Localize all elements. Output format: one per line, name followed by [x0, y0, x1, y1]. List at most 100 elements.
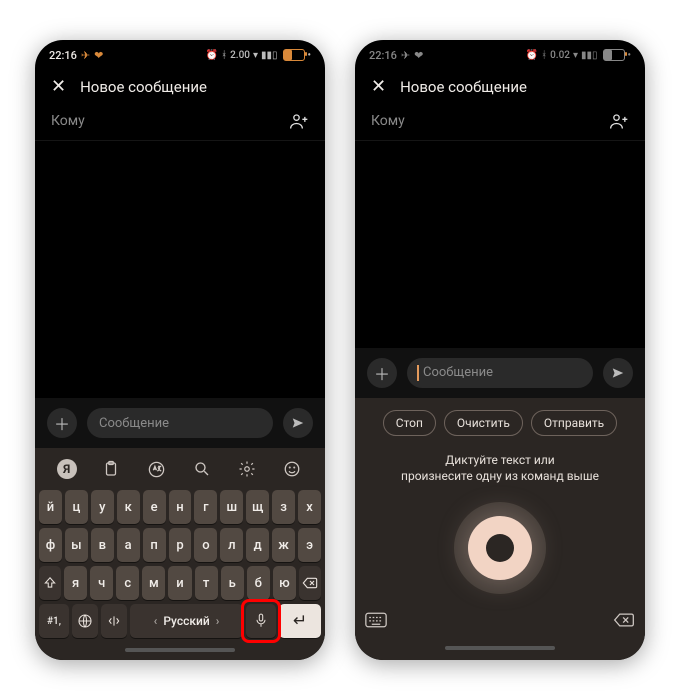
key-э[interactable]: э — [298, 528, 321, 562]
key-ы[interactable]: ы — [65, 528, 88, 562]
page-title: Новое сообщение — [80, 78, 207, 96]
translate-icon[interactable] — [145, 458, 167, 480]
recipient-row[interactable]: Кому — [35, 102, 325, 141]
key-ю[interactable]: ю — [273, 566, 296, 600]
key-т[interactable]: т — [195, 566, 218, 600]
alarm-icon: ⏰ — [206, 50, 218, 61]
keyboard-toolbar: Я — [39, 454, 321, 486]
keyboard-row-4: #1, ‹ Русский › ↵ — [39, 604, 321, 638]
keyboard-panel: Я йцукенгшщзх фывапролджэ ячсмитьбю #1, — [35, 448, 325, 660]
attach-button[interactable]: ＋ — [367, 358, 397, 388]
chip-send[interactable]: Отправить — [531, 410, 617, 436]
screen-header: ✕ Новое сообщение — [35, 68, 325, 102]
net-speed: 2.00 — [230, 50, 250, 61]
yandex-icon[interactable]: Я — [57, 459, 77, 479]
battery-icon — [283, 49, 305, 61]
add-person-icon[interactable] — [289, 112, 309, 130]
status-time: 22:16 — [369, 49, 397, 62]
key-м[interactable]: м — [142, 566, 165, 600]
voice-orb[interactable] — [468, 516, 532, 580]
key-у[interactable]: у — [91, 490, 114, 524]
recipient-label: Кому — [51, 113, 85, 129]
symbols-key[interactable]: #1, — [39, 604, 69, 638]
key-и[interactable]: и — [168, 566, 191, 600]
key-к[interactable]: к — [117, 490, 140, 524]
status-bar: 22:16 ✈ ❤ ⏰ ᚼ 2.00 ▾ ▮▮▯ • — [35, 40, 325, 68]
close-icon[interactable]: ✕ — [371, 78, 386, 96]
home-indicator[interactable] — [125, 648, 235, 652]
backspace-icon[interactable] — [613, 612, 635, 628]
keyboard-row-1: йцукенгшщзх — [39, 490, 321, 524]
key-б[interactable]: б — [247, 566, 270, 600]
key-х[interactable]: х — [298, 490, 321, 524]
battery-icon — [603, 49, 625, 61]
key-с[interactable]: с — [116, 566, 139, 600]
dot-icon: • — [308, 50, 312, 61]
recipient-row[interactable]: Кому — [355, 102, 645, 141]
key-й[interactable]: й — [39, 490, 62, 524]
keyboard-icon[interactable] — [365, 612, 387, 628]
backspace-key[interactable] — [299, 566, 321, 600]
cursor-key[interactable] — [101, 604, 127, 638]
mic-key-container — [246, 604, 276, 638]
net-speed: 0.02 — [550, 50, 570, 61]
signal-icon: ▮▮▯ — [581, 50, 598, 61]
settings-icon[interactable] — [236, 458, 258, 480]
wifi-icon: ▾ — [573, 50, 578, 61]
spacebar-label: Русский — [163, 614, 209, 628]
voice-command-chips: Стоп Очистить Отправить — [383, 410, 617, 436]
key-а[interactable]: а — [117, 528, 140, 562]
key-щ[interactable]: щ — [246, 490, 269, 524]
spacebar-key[interactable]: ‹ Русский › — [130, 604, 243, 638]
key-ж[interactable]: ж — [272, 528, 295, 562]
home-indicator[interactable] — [445, 646, 555, 650]
phone-screen-keyboard: 22:16 ✈ ❤ ⏰ ᚼ 2.00 ▾ ▮▮▯ • ✕ Новое сообщ… — [35, 40, 325, 660]
clipboard-icon[interactable] — [100, 458, 122, 480]
recipient-label: Кому — [371, 113, 405, 129]
search-icon[interactable] — [191, 458, 213, 480]
key-я[interactable]: я — [64, 566, 87, 600]
mic-key[interactable] — [246, 604, 276, 638]
compose-row: ＋ Сообщение — [355, 348, 645, 398]
key-в[interactable]: в — [91, 528, 114, 562]
attach-button[interactable]: ＋ — [47, 408, 77, 438]
chip-stop[interactable]: Стоп — [383, 410, 436, 436]
key-д[interactable]: д — [246, 528, 269, 562]
voice-input-panel: Стоп Очистить Отправить Диктуйте текст и… — [355, 398, 645, 660]
screen-header: ✕ Новое сообщение — [355, 68, 645, 102]
send-button[interactable] — [603, 358, 633, 388]
shift-key[interactable] — [39, 566, 61, 600]
globe-key[interactable] — [72, 604, 98, 638]
message-input[interactable]: Сообщение — [407, 358, 593, 388]
key-н[interactable]: н — [169, 490, 192, 524]
key-ш[interactable]: ш — [220, 490, 243, 524]
signal-icon: ▮▮▯ — [261, 50, 278, 61]
page-title: Новое сообщение — [400, 78, 527, 96]
send-icon: ✈ — [81, 49, 90, 62]
key-г[interactable]: г — [194, 490, 217, 524]
add-person-icon[interactable] — [609, 112, 629, 130]
chip-clear[interactable]: Очистить — [444, 410, 523, 436]
enter-key[interactable]: ↵ — [279, 604, 321, 638]
heart-icon: ❤ — [94, 49, 103, 62]
message-body-area[interactable] — [35, 141, 325, 398]
key-л[interactable]: л — [220, 528, 243, 562]
key-ч[interactable]: ч — [90, 566, 113, 600]
key-ц[interactable]: ц — [65, 490, 88, 524]
message-body-area[interactable] — [355, 141, 645, 348]
keyboard-row-2: фывапролджэ — [39, 528, 321, 562]
close-icon[interactable]: ✕ — [51, 78, 66, 96]
phone-screen-voice: 22:16 ✈ ❤ ⏰ ᚼ 0.02 ▾ ▮▮▯ • ✕ Новое сообщ… — [355, 40, 645, 660]
key-п[interactable]: п — [143, 528, 166, 562]
key-о[interactable]: о — [194, 528, 217, 562]
key-ь[interactable]: ь — [221, 566, 244, 600]
key-з[interactable]: з — [272, 490, 295, 524]
bluetooth-icon: ᚼ — [541, 50, 547, 61]
emoji-icon[interactable] — [281, 458, 303, 480]
key-р[interactable]: р — [169, 528, 192, 562]
key-е[interactable]: е — [143, 490, 166, 524]
status-bar: 22:16 ✈ ❤ ⏰ ᚼ 0.02 ▾ ▮▮▯ • — [355, 40, 645, 68]
key-ф[interactable]: ф — [39, 528, 62, 562]
send-button[interactable] — [283, 408, 313, 438]
message-input[interactable]: Сообщение — [87, 408, 273, 438]
